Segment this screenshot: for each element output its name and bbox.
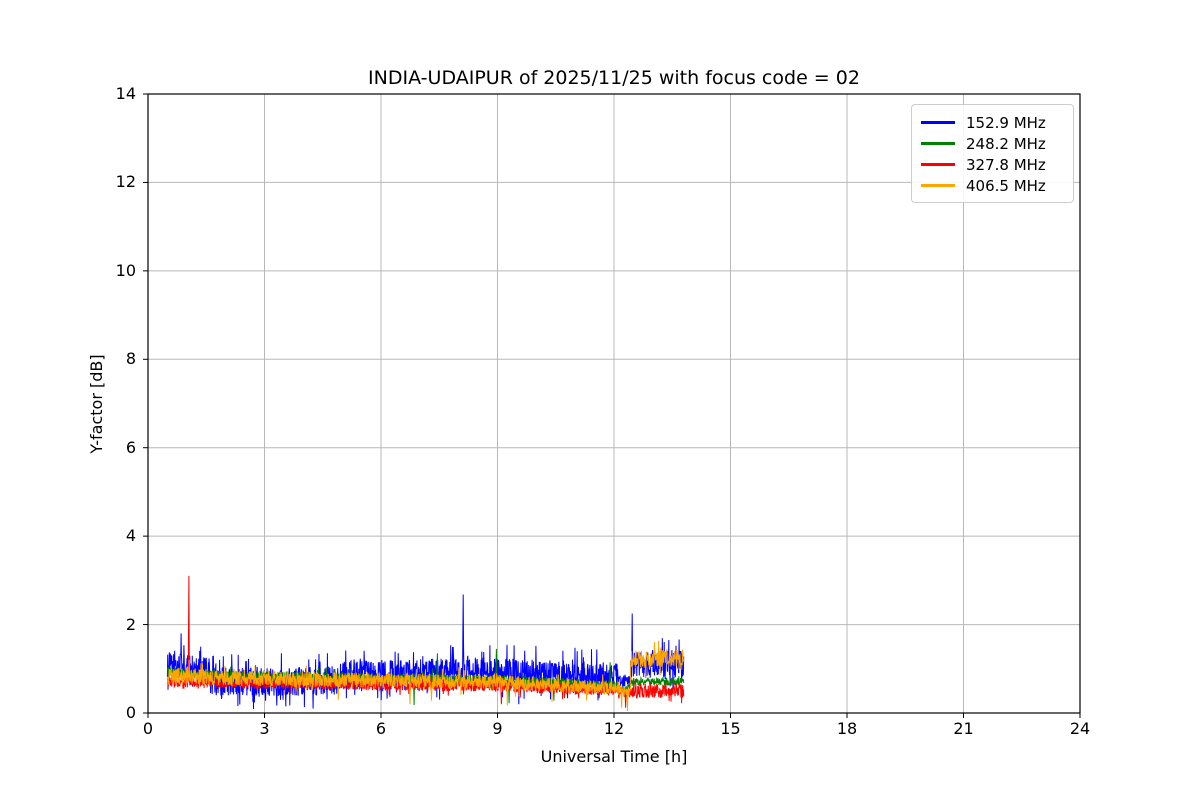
y-tick-label: 0 (125, 703, 136, 722)
x-tick-label: 0 (142, 719, 154, 738)
x-tick-label: 6 (375, 719, 387, 738)
x-axis-label: Universal Time [h] (540, 747, 688, 766)
x-tick-label: 15 (720, 719, 741, 738)
legend-item-label: 406.5 MHz (966, 176, 1046, 195)
legend-item: 327.8 MHz (921, 154, 1063, 175)
y-tick-label: 10 (115, 260, 136, 280)
chart-title: INDIA-UDAIPUR of 2025/11/25 with focus c… (368, 67, 860, 89)
x-tick-label: 9 (492, 719, 503, 738)
x-tick-label: 3 (259, 719, 270, 738)
x-tick-label: 12 (603, 719, 625, 738)
y-tick-label: 4 (125, 526, 136, 546)
legend-item-label: 248.2 MHz (966, 134, 1046, 153)
legend-line-swatch (921, 142, 955, 145)
x-tick-label: 21 (953, 719, 974, 738)
y-tick-label: 8 (125, 349, 136, 369)
x-tick-label: 24 (1069, 719, 1091, 738)
legend-item: 152.9 MHz (921, 112, 1063, 133)
x-tick-label: 18 (836, 719, 858, 738)
figure-canvas: INDIA-UDAIPUR of 2025/11/25 with focus c… (0, 0, 1200, 800)
y-tick-label: 2 (125, 614, 136, 634)
legend-item: 406.5 MHz (921, 175, 1063, 196)
legend-item: 248.2 MHz (921, 133, 1063, 154)
legend-item-label: 152.9 MHz (966, 113, 1046, 132)
legend-item-label: 327.8 MHz (966, 155, 1046, 174)
legend: 152.9 MHz 248.2 MHz 327.8 MHz 406.5 MHz (911, 104, 1074, 203)
legend-line-swatch (921, 121, 955, 124)
legend-line-swatch (921, 163, 955, 166)
legend-line-swatch (921, 184, 955, 187)
y-tick-label: 12 (115, 172, 136, 192)
y-tick-label: 14 (115, 84, 136, 103)
y-tick-label: 6 (125, 437, 136, 457)
